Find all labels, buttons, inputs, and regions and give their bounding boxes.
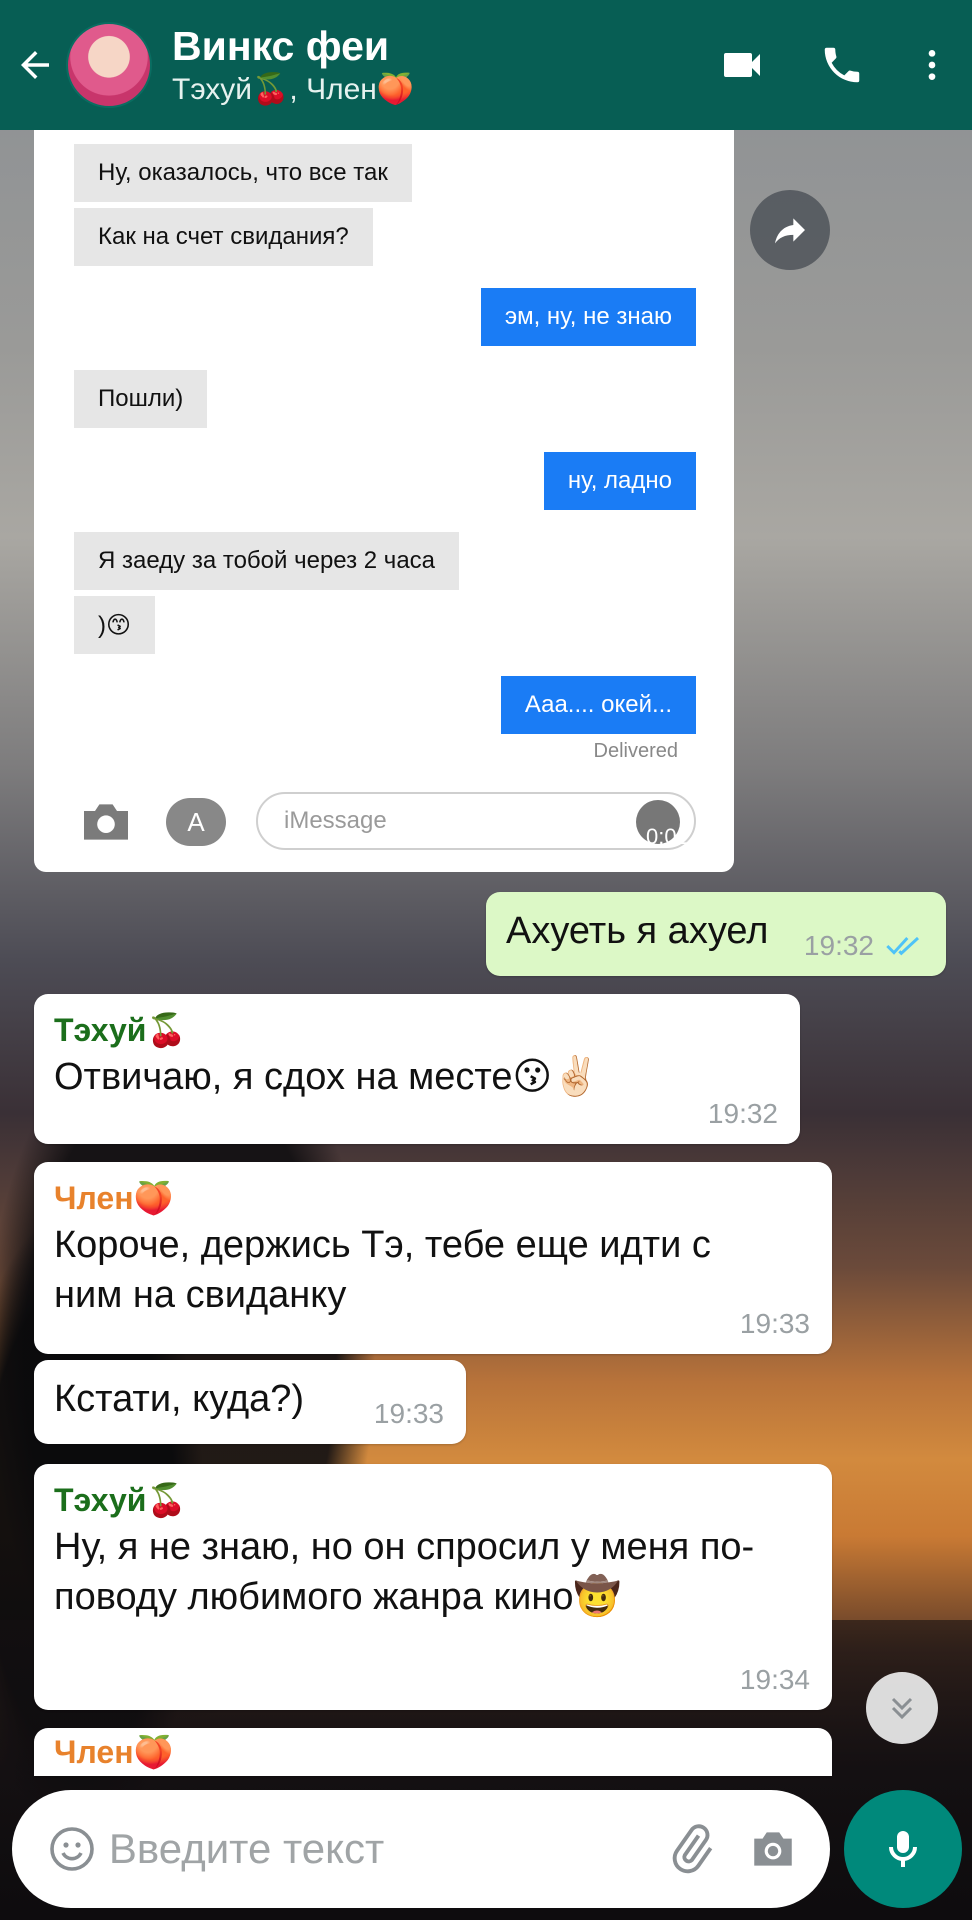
- imessage-bubble-out: ну, ладно: [543, 452, 696, 510]
- message-bubble-incoming[interactable]: Тэхуй🍒 Отвичаю, я сдох на месте😗✌🏻 19:32: [34, 994, 800, 1144]
- microphone-icon: [889, 1831, 917, 1867]
- imessage-delivered-label: Delivered: [593, 740, 678, 762]
- chat-title-area[interactable]: Винкс феи Тэхуй🍒, Член🍑: [172, 21, 692, 109]
- message-time: 19:32: [707, 1098, 778, 1129]
- sender-name: Тэхуй🍒: [54, 1012, 187, 1048]
- video-camera-icon: [724, 53, 760, 77]
- message-time: 19:33: [373, 1398, 444, 1429]
- imessage-bubble-out: Ааа.... окей...: [500, 676, 696, 734]
- forward-icon: [775, 218, 805, 244]
- message-text: Отвичаю, я сдох на месте😗✌🏻: [54, 1056, 600, 1098]
- message-bubble-incoming[interactable]: Тэхуй🍒 Ну, я не знаю, но он спросил у ме…: [34, 1464, 832, 1710]
- attach-button[interactable]: [650, 1790, 732, 1908]
- chat-title: Винкс феи: [172, 23, 390, 69]
- smiley-icon: [50, 1827, 95, 1871]
- message-time: 19:32: [803, 930, 874, 961]
- image-timestamp: 0:02: [646, 824, 689, 849]
- camera-icon: [754, 1832, 792, 1866]
- voice-message-button[interactable]: [844, 1790, 962, 1908]
- chat-header: Винкс феи Тэхуй🍒, Член🍑: [0, 0, 972, 130]
- imessage-bubble-in: )😙: [74, 596, 156, 654]
- message-bubble-incoming[interactable]: Член🍑: [34, 1728, 832, 1776]
- paperclip-icon: [672, 1824, 713, 1874]
- phone-icon: [824, 47, 860, 83]
- sender-name: Тэхуй🍒: [54, 1482, 187, 1518]
- message-time: 19:33: [739, 1308, 810, 1339]
- sender-name: Член🍑: [54, 1734, 174, 1770]
- imessage-bubble-in: Пошли): [74, 370, 208, 428]
- imessage-placeholder: iMessage: [284, 807, 387, 834]
- imessage-bubble-in: Как на счет свидания?: [74, 208, 373, 266]
- message-text: Ну, я не знаю, но он спросил у меня по-п…: [54, 1526, 755, 1618]
- image-message[interactable]: Ну, оказалось, что все так Как на счет с…: [34, 130, 734, 872]
- back-button[interactable]: [0, 0, 70, 130]
- read-receipt-icon: [886, 936, 919, 956]
- message-time: 19:34: [739, 1664, 810, 1695]
- message-text: Короче, держись Тэ, тебе еще идти с ним …: [54, 1224, 711, 1316]
- imessage-input: iMessage: [256, 792, 696, 850]
- scroll-to-bottom-button[interactable]: [866, 1672, 938, 1744]
- camera-icon: [84, 804, 128, 840]
- message-bubble-outgoing[interactable]: Ахуеть я ахуел 19:32: [486, 892, 946, 976]
- video-call-button[interactable]: [692, 0, 792, 130]
- imessage-composer: A iMessage: [34, 782, 734, 872]
- chat-participants: Тэхуй🍒, Член🍑: [172, 73, 415, 106]
- imessage-bubble-in: Ну, оказалось, что все так: [74, 144, 412, 202]
- voice-call-button[interactable]: [792, 0, 892, 130]
- sender-name: Член🍑: [54, 1180, 174, 1216]
- camera-button[interactable]: [732, 1790, 814, 1908]
- emoji-button[interactable]: [36, 1790, 109, 1908]
- arrow-left-icon: [21, 51, 49, 79]
- more-vert-icon: [928, 50, 936, 80]
- app-store-icon: A: [166, 798, 226, 846]
- message-bubble-incoming[interactable]: Член🍑 Короче, держись Тэ, тебе еще идти …: [34, 1162, 832, 1354]
- message-composer: [12, 1790, 830, 1908]
- forward-button[interactable]: [750, 190, 830, 270]
- message-input[interactable]: [108, 1825, 650, 1873]
- group-avatar[interactable]: [66, 22, 152, 108]
- imessage-bubble-out: эм, ну, не знаю: [480, 288, 696, 346]
- more-options-button[interactable]: [892, 0, 972, 130]
- double-chevron-down-icon: [891, 1697, 913, 1720]
- message-bubble-incoming[interactable]: Кстати, куда?) 19:33: [34, 1360, 466, 1444]
- imessage-bubble-in: Я заеду за тобой через 2 часа: [74, 532, 460, 590]
